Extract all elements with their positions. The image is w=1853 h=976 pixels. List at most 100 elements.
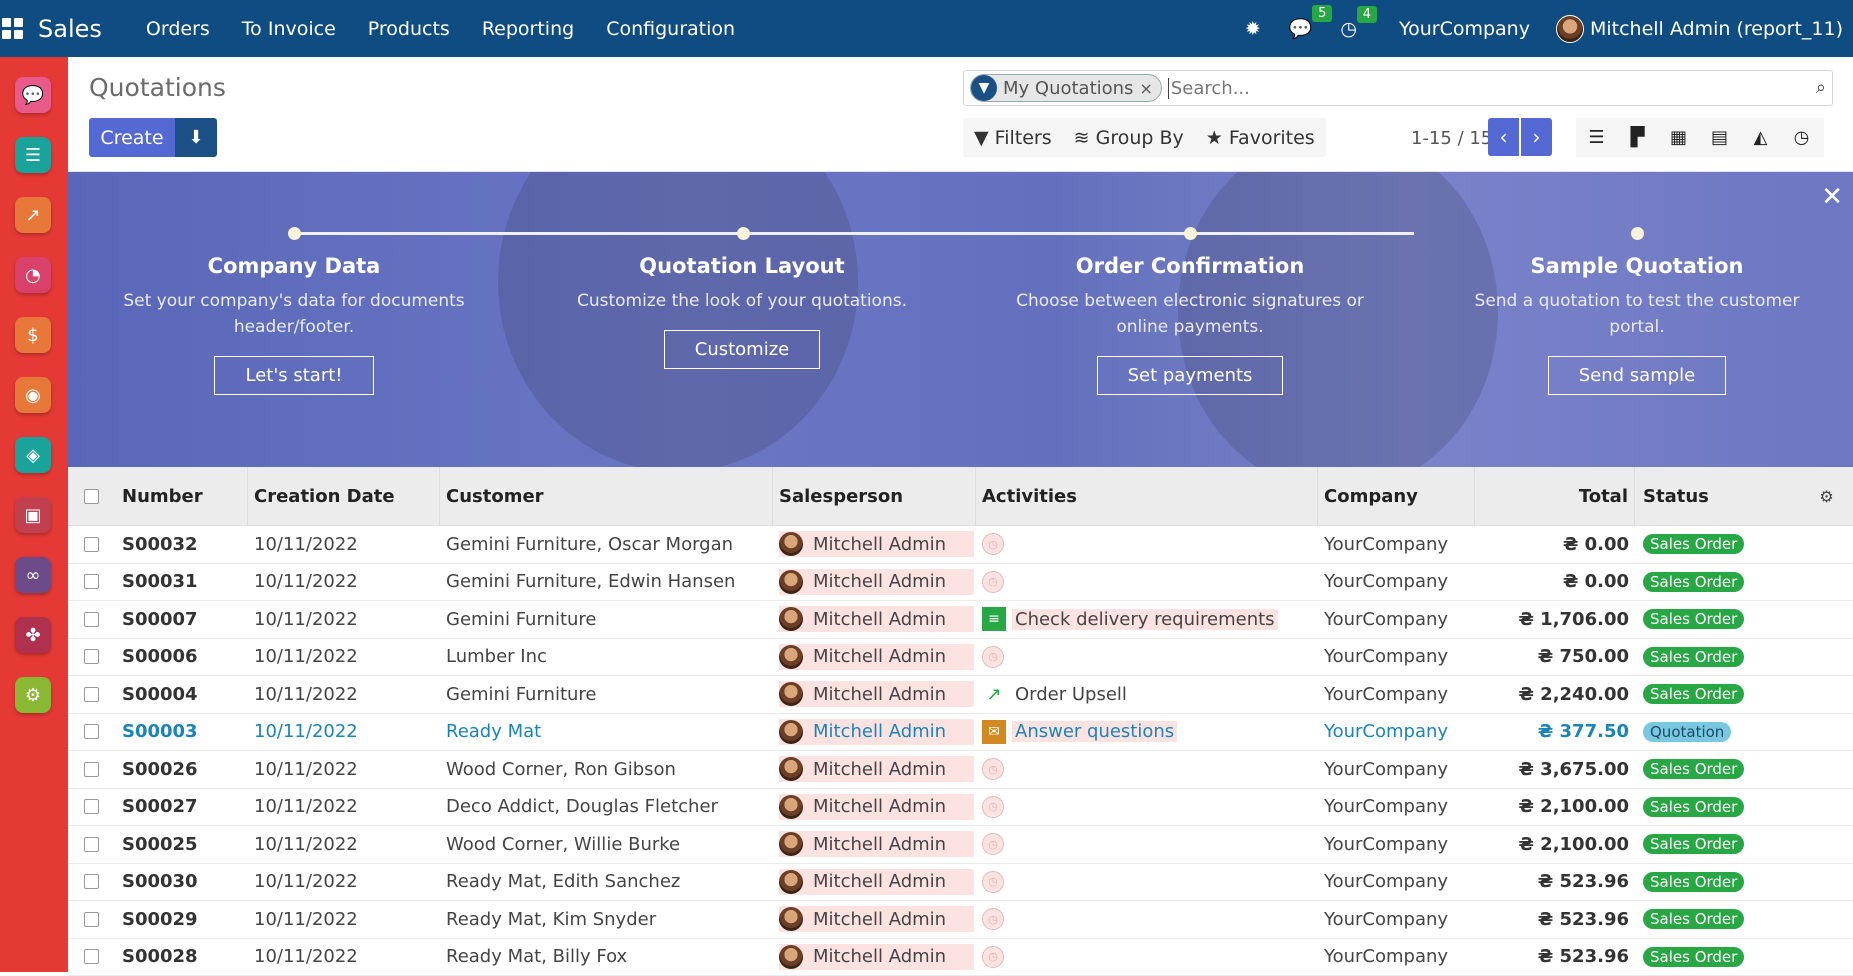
menu-configuration[interactable]: Configuration: [590, 18, 751, 40]
debug-icon[interactable]: ✹: [1245, 18, 1261, 40]
select-all-checkbox[interactable]: [68, 489, 114, 504]
app-brand[interactable]: Sales: [38, 15, 102, 43]
row-checkbox[interactable]: [68, 574, 114, 589]
send-sample-button[interactable]: Send sample: [1548, 356, 1727, 395]
cell-activity[interactable]: ◷: [976, 901, 1318, 938]
search-icon[interactable]: ⌕: [1816, 77, 1826, 98]
cell-activity[interactable]: ◷: [976, 751, 1318, 788]
cell-activity[interactable]: ◷: [976, 564, 1318, 601]
settings-app-icon[interactable]: ⚙: [15, 677, 51, 713]
favorites-button[interactable]: ★ Favorites: [1195, 127, 1326, 149]
salesperson-tag[interactable]: Mitchell Admin: [779, 831, 974, 857]
menu-to-invoice[interactable]: To Invoice: [226, 18, 352, 40]
salesperson-tag[interactable]: Mitchell Admin: [779, 756, 974, 782]
list-view-icon[interactable]: ☰: [1576, 127, 1617, 148]
table-row[interactable]: S0003110/11/2022Gemini Furniture, Edwin …: [68, 564, 1853, 602]
calendar-view-icon[interactable]: ▦: [1658, 127, 1699, 148]
download-icon[interactable]: ⬇: [175, 118, 217, 157]
row-checkbox[interactable]: [68, 912, 114, 927]
cell-activity[interactable]: ◷: [976, 639, 1318, 676]
create-button[interactable]: Create: [89, 118, 175, 157]
cell-activity[interactable]: ✉Answer questions: [976, 714, 1318, 751]
inventory-app-icon[interactable]: ▣: [15, 497, 51, 533]
col-activities[interactable]: Activities: [976, 467, 1318, 525]
clock-icon[interactable]: ◷: [982, 833, 1004, 855]
col-number[interactable]: Number: [114, 467, 248, 525]
apps-app-icon[interactable]: ✤: [15, 617, 51, 653]
user-menu[interactable]: Mitchell Admin (report_11): [1556, 15, 1843, 43]
clock-icon[interactable]: ◷: [982, 946, 1004, 968]
menu-products[interactable]: Products: [352, 18, 466, 40]
cell-activity[interactable]: ◷: [976, 826, 1318, 863]
salesperson-tag[interactable]: Mitchell Admin: [779, 644, 974, 670]
set-payments-button[interactable]: Set payments: [1097, 356, 1284, 395]
lets-start-button[interactable]: Let's start!: [214, 356, 373, 395]
apps-menu-icon[interactable]: [2, 18, 24, 40]
table-row[interactable]: S0000710/11/2022Gemini FurnitureMitchell…: [68, 601, 1853, 639]
salesperson-tag[interactable]: Mitchell Admin: [779, 569, 974, 595]
clock-icon[interactable]: ◷: [982, 871, 1004, 893]
activity-clock-icon[interactable]: ◷4: [1340, 18, 1357, 40]
discuss-app-icon[interactable]: 💬: [15, 77, 51, 113]
col-status[interactable]: Status: [1635, 467, 1800, 525]
cell-activity[interactable]: ↗Order Upsell: [976, 676, 1318, 713]
chevron-right-icon[interactable]: ›: [1521, 118, 1552, 156]
cell-activity[interactable]: ◷: [976, 789, 1318, 826]
chevron-left-icon[interactable]: ‹: [1488, 118, 1519, 156]
salesperson-tag[interactable]: Mitchell Admin: [779, 794, 974, 820]
company-switcher[interactable]: YourCompany: [1399, 18, 1530, 40]
group-by-button[interactable]: ≋ Group By: [1063, 127, 1195, 149]
col-salesperson[interactable]: Salesperson: [773, 467, 976, 525]
row-checkbox[interactable]: [68, 874, 114, 889]
dashboard-app-icon[interactable]: ◔: [15, 257, 51, 293]
salesperson-tag[interactable]: Mitchell Admin: [779, 606, 974, 632]
menu-reporting[interactable]: Reporting: [466, 18, 590, 40]
row-checkbox[interactable]: [68, 837, 114, 852]
table-row[interactable]: S0003010/11/2022Ready Mat, Edith Sanchez…: [68, 864, 1853, 902]
row-checkbox[interactable]: [68, 649, 114, 664]
salesperson-tag[interactable]: Mitchell Admin: [779, 906, 974, 932]
row-checkbox[interactable]: [68, 612, 114, 627]
table-row[interactable]: S0000610/11/2022Lumber IncMitchell Admin…: [68, 639, 1853, 677]
invoicing-app-icon[interactable]: $: [15, 317, 51, 353]
col-customer[interactable]: Customer: [440, 467, 773, 525]
clock-icon[interactable]: ◷: [982, 533, 1004, 555]
cell-activity[interactable]: ◷: [976, 526, 1318, 563]
graph-view-icon[interactable]: ◭: [1740, 127, 1781, 148]
optional-columns-icon[interactable]: ⚙: [1800, 467, 1853, 525]
close-icon[interactable]: ✕: [1821, 182, 1843, 212]
filters-button[interactable]: ▼ Filters: [963, 127, 1063, 149]
table-row[interactable]: S0003210/11/2022Gemini Furniture, Oscar …: [68, 526, 1853, 564]
contacts-app-icon[interactable]: ☰: [15, 137, 51, 173]
table-row[interactable]: S0000410/11/2022Gemini FurnitureMitchell…: [68, 676, 1853, 714]
links-app-icon[interactable]: ∞: [15, 557, 51, 593]
activity-view-icon[interactable]: ◷: [1781, 127, 1822, 148]
row-checkbox[interactable]: [68, 799, 114, 814]
table-row[interactable]: S0000310/11/2022Ready MatMitchell Admin✉…: [68, 714, 1853, 752]
row-checkbox[interactable]: [68, 949, 114, 964]
table-row[interactable]: S0002510/11/2022Wood Corner, Willie Burk…: [68, 826, 1853, 864]
salesperson-tag[interactable]: Mitchell Admin: [779, 869, 974, 895]
sales-app-icon[interactable]: ◈: [15, 437, 51, 473]
clock-icon[interactable]: ◷: [982, 571, 1004, 593]
salesperson-tag[interactable]: Mitchell Admin: [779, 531, 974, 557]
salesperson-tag[interactable]: Mitchell Admin: [779, 681, 974, 707]
row-checkbox[interactable]: [68, 724, 114, 739]
cell-activity[interactable]: ◷: [976, 939, 1318, 976]
clock-icon[interactable]: ◷: [982, 908, 1004, 930]
customize-button[interactable]: Customize: [664, 330, 820, 369]
row-checkbox[interactable]: [68, 687, 114, 702]
salesperson-tag[interactable]: Mitchell Admin: [779, 944, 974, 970]
col-company[interactable]: Company: [1318, 467, 1475, 525]
cell-activity[interactable]: ≡Check delivery requirements: [976, 601, 1318, 638]
table-row[interactable]: S0002810/11/2022Ready Mat, Billy FoxMitc…: [68, 939, 1853, 976]
clock-icon[interactable]: ◷: [982, 646, 1004, 668]
clock-icon[interactable]: ◷: [982, 758, 1004, 780]
pivot-view-icon[interactable]: ▤: [1699, 127, 1740, 148]
salesperson-tag[interactable]: Mitchell Admin: [779, 719, 974, 745]
col-date[interactable]: Creation Date: [248, 467, 440, 525]
crm-app-icon[interactable]: ↗: [15, 197, 51, 233]
table-row[interactable]: S0002610/11/2022Wood Corner, Ron GibsonM…: [68, 751, 1853, 789]
kanban-view-icon[interactable]: ▛: [1617, 127, 1658, 148]
row-checkbox[interactable]: [68, 537, 114, 552]
